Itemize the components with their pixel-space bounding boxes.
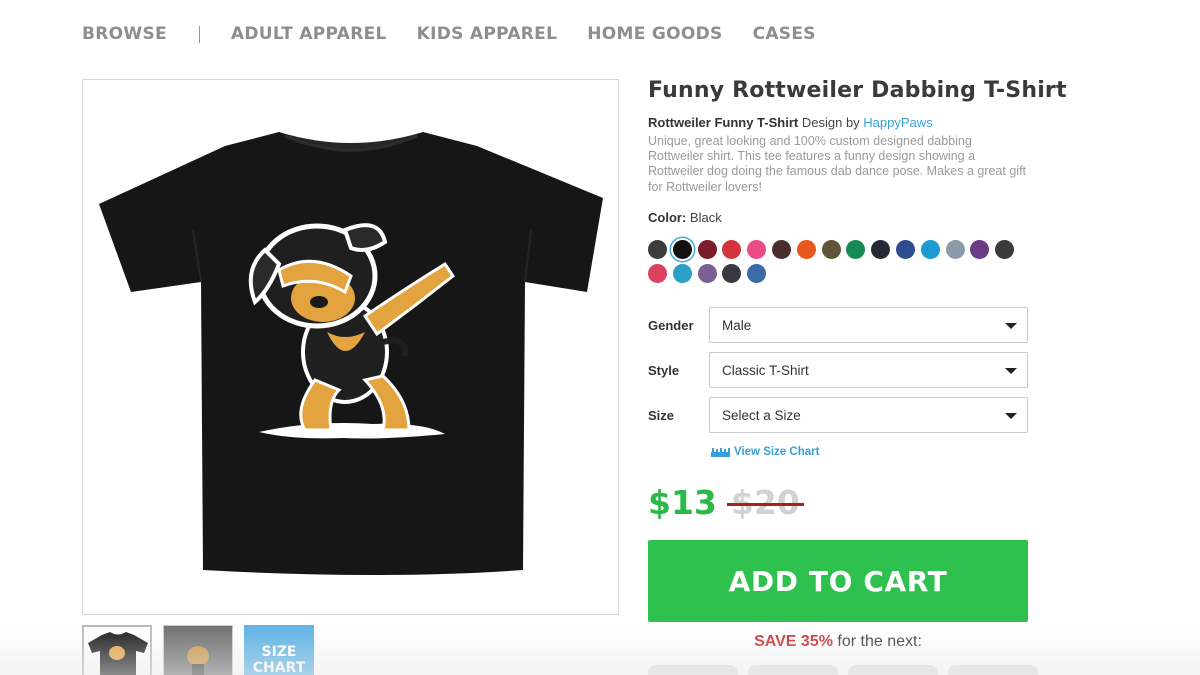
top-nav: BROWSE ADULT APPAREL KIDS APPAREL HOME G… [82,22,816,46]
color-swatch[interactable] [697,240,717,259]
product-info: Funny Rottweiler Dabbing T-Shirt Rottwei… [648,78,1067,225]
timer-box [948,665,1038,675]
color-swatch[interactable] [846,240,866,259]
color-swatch[interactable] [722,264,742,283]
gender-option: Gender Male [648,307,1028,343]
swatch-row [648,240,1028,259]
view-size-chart-link[interactable]: View Size Chart [711,446,819,458]
color-line: Color: Black [648,210,1028,225]
color-swatch[interactable] [821,240,841,259]
size-select[interactable]: Select a Size [709,397,1028,433]
add-to-cart-button[interactable]: ADD TO CART [648,540,1028,622]
product-image[interactable] [82,79,619,615]
color-swatch[interactable] [697,264,717,283]
color-value: Black [689,209,722,225]
color-swatch[interactable] [648,240,667,259]
chevron-down-icon [1005,368,1017,374]
color-swatches [648,240,1028,288]
nav-divider [198,25,200,43]
thumbnail-size-chart[interactable]: SIZE CHART [244,625,314,675]
style-option: Style Classic T-Shirt [648,352,1028,388]
gender-select[interactable]: Male [709,307,1028,343]
chevron-down-icon [1005,323,1017,329]
product-title: Funny Rottweiler Dabbing T-Shirt [648,78,1067,103]
nav-browse[interactable]: BROWSE [82,24,167,44]
color-swatch[interactable] [871,240,891,259]
color-swatch[interactable] [747,240,767,259]
color-label: Color: [648,209,687,225]
timer-box [648,665,738,675]
price-row: $13 $20 [648,483,804,522]
nav-adult-apparel[interactable]: ADULT APPAREL [231,24,387,44]
save-line: SAVE 35% for the next: [648,633,1028,651]
current-price: $13 [648,483,717,522]
design-name: Rottweiler Funny T-Shirt [648,115,799,130]
color-swatch[interactable] [722,240,742,259]
color-swatch[interactable] [796,240,816,259]
ruler-icon [711,447,730,457]
old-price: $20 [726,483,804,522]
color-swatch[interactable] [945,240,965,259]
tshirt-illustration [99,132,603,575]
tshirt-thumb-icon [88,632,148,675]
size-label: Size [648,407,675,423]
size-option: Size Select a Size [648,397,1028,433]
product-subtitle: Rottweiler Funny T-Shirt Design by Happy… [648,115,1028,130]
design-by-label: Design by [801,115,860,130]
color-swatch[interactable] [995,240,1015,259]
artist-link[interactable]: HappyPaws [863,115,932,130]
timer-box [848,665,938,675]
gender-value: Male [722,317,752,333]
size-chart-link-label: View Size Chart [734,446,820,458]
color-swatch[interactable] [970,240,990,259]
swatch-row [648,264,1028,283]
chevron-down-icon [1005,413,1017,419]
color-swatch[interactable] [672,240,692,259]
color-swatch[interactable] [895,240,915,259]
nav-home-goods[interactable]: HOME GOODS [587,24,722,44]
save-suffix: for the next: [837,633,922,650]
color-swatch[interactable] [648,264,667,283]
model-thumb-icon [164,626,232,675]
style-label: Style [648,362,680,378]
style-value: Classic T-Shirt [722,362,809,378]
thumbnail-front[interactable] [82,625,152,675]
countdown-timer [648,665,1038,675]
save-percent: SAVE 35% [754,633,833,650]
product-description: Unique, great looking and 100% custom de… [648,134,1027,194]
size-value: Select a Size [722,407,801,423]
style-select[interactable]: Classic T-Shirt [709,352,1028,388]
nav-cases[interactable]: CASES [753,24,816,44]
thumbnail-strip: SIZE CHART [82,625,314,675]
timer-box [748,665,838,675]
color-swatch[interactable] [920,240,940,259]
color-swatch[interactable] [672,264,692,283]
gender-label: Gender [648,317,694,333]
thumbnail-model[interactable] [163,625,233,675]
strikethrough-line [726,503,804,506]
color-swatch[interactable] [747,264,767,283]
nav-kids-apparel[interactable]: KIDS APPAREL [417,24,558,44]
color-swatch[interactable] [771,240,791,259]
